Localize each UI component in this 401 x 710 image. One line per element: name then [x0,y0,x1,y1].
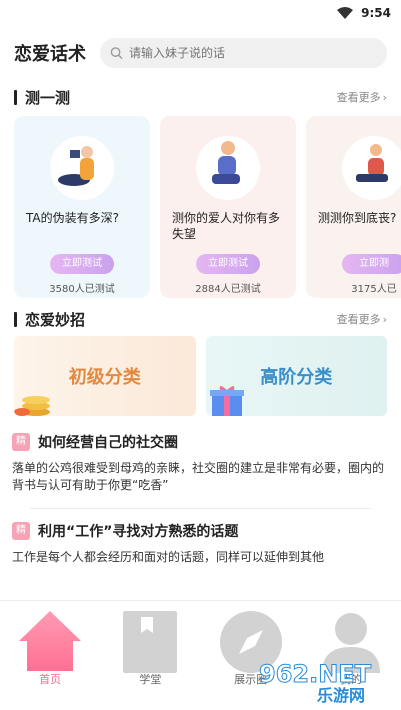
featured-tag: 精 [12,522,30,540]
basic-category-card[interactable]: 初级分类 [14,336,196,416]
start-test-button[interactable]: 立即测试 [196,254,260,274]
quiz-card-row: TA的伪装有多深? 立即测试 3580人已测试 测你的爱人对你有多失望 立即测试… [0,116,401,298]
tips-section-title: 恋爱妙招 [14,309,85,330]
quiz-count: 3580人已测试 [49,284,115,295]
gift-icon [209,386,244,416]
tab-school[interactable]: 学堂 [100,601,200,710]
article-title: 利用“工作”寻找对方熟悉的话题 [38,524,239,540]
watermark-sub: 乐游网 [317,686,365,704]
person-sitting-illustration [196,136,260,200]
quiz-section-title: 测一测 [14,87,70,108]
quiz-card-1[interactable]: TA的伪装有多深? 立即测试 3580人已测试 [14,116,150,298]
article-head: 精 利用“工作”寻找对方熟悉的话题 [12,521,389,541]
status-time: 9:54 [361,6,391,20]
site-watermark-logo: 962.NET 乐游网 [259,660,373,705]
search-input[interactable] [129,46,377,60]
article-head: 精 如何经营自己的社交圈 [12,432,389,452]
tab-home[interactable]: 首页 [0,601,100,710]
tips-more-label: 查看更多 [336,313,381,326]
start-test-button[interactable]: 立即测 [342,254,401,274]
featured-tag: 精 [12,433,30,451]
header: 恋爱话术 [0,26,401,80]
section-bar [14,89,17,105]
quiz-title: TA的伪装有多深? [26,211,119,225]
search-box[interactable] [100,38,387,68]
book-icon [123,611,178,673]
tab-label: 首页 [39,673,62,686]
article-title: 如何经营自己的社交圈 [38,435,178,451]
quiz-count: 2884人已测试 [195,284,261,295]
quiz-card-3[interactable]: 测测你到底丧? 立即测 3175人已 [306,116,401,298]
search-icon [110,47,123,60]
article-item-1[interactable]: 精 如何经营自己的社交圈 落单的公鸡很难受到母鸡的亲睐，社交圈的建立是非常有必要… [0,432,401,494]
app-title: 恋爱话术 [14,44,86,65]
status-bar: 9:54 [0,0,401,26]
quiz-more-label: 查看更多 [336,91,381,104]
coins-icon [14,396,50,416]
quiz-count: 3175人已 [351,284,397,295]
section-bar [14,311,17,327]
quiz-more-link[interactable]: 查看更多 › [337,89,387,105]
chevron-right-icon: › [382,312,387,326]
chevron-right-icon: › [382,90,387,104]
tab-label: 学堂 [139,673,162,686]
tips-more-link[interactable]: 查看更多 › [337,311,387,327]
quiz-title: 测你的爱人对你有多失望 [172,211,281,241]
person-laptop-illustration [342,136,401,200]
advanced-category-label: 高阶分类 [260,367,333,388]
quiz-card-2[interactable]: 测你的爱人对你有多失望 立即测试 2884人已测试 [160,116,296,298]
quiz-section-header: 测一测 查看更多 › [0,82,401,112]
basic-category-label: 初级分类 [68,367,141,388]
article-body: 落单的公鸡很难受到母鸡的亲睐，社交圈的建立是非常有必要，圈内的背书与认可有助于你… [12,461,385,492]
advanced-category-card[interactable]: 高阶分类 [205,336,387,416]
home-icon [19,611,82,671]
quiz-title: 测测你到底丧? [318,211,397,225]
watermark-text: 962.NET [259,660,372,688]
quiz-section-title-text: 测一测 [25,88,71,107]
tips-section-title-text: 恋爱妙招 [25,310,86,329]
article-body: 工作是每个人都会经历和面对的话题，同样可以延伸到其他 [12,550,325,564]
tips-section-header: 恋爱妙招 查看更多 › [0,304,401,334]
category-row: 初级分类 高阶分类 [0,336,401,416]
article-item-2[interactable]: 精 利用“工作”寻找对方熟悉的话题 工作是每个人都会经历和面对的话题，同样可以延… [0,521,401,583]
wifi-icon [337,7,354,19]
start-test-button[interactable]: 立即测试 [50,254,114,274]
person-reading-illustration [50,136,114,200]
divider [30,508,371,509]
